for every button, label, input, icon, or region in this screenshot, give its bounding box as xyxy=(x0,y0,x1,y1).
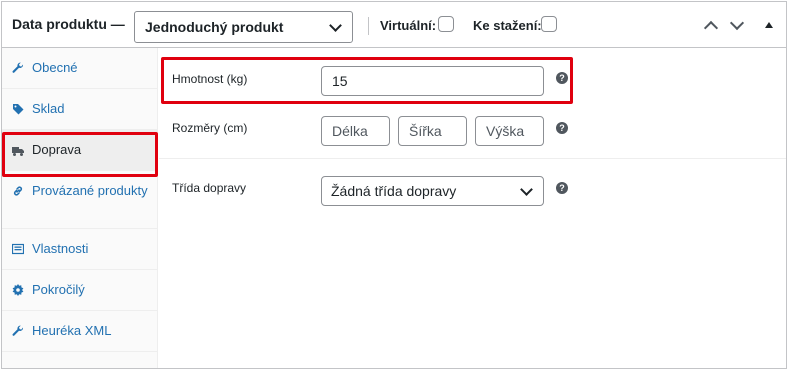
chevron-down-icon xyxy=(329,19,342,32)
product-type-value: Jednoduchý produkt xyxy=(145,19,284,35)
triangle-up-icon xyxy=(765,22,773,28)
shipping-class-label: Třída dopravy xyxy=(172,181,247,195)
virtual-checkbox[interactable] xyxy=(438,16,454,32)
highlight-shipping-tab xyxy=(2,132,158,177)
product-data-tabs: Obecné Sklad Doprava Provázané produkty … xyxy=(2,48,158,368)
help-icon[interactable]: ? xyxy=(556,182,568,194)
tab-label: Provázané produkty xyxy=(32,183,148,198)
tab-label: Obecné xyxy=(32,60,78,75)
panel-header: Data produktu — Jednoduchý produkt Virtu… xyxy=(2,2,786,48)
height-input[interactable] xyxy=(475,116,544,146)
tag-icon xyxy=(12,103,24,115)
move-down-button[interactable] xyxy=(729,18,745,32)
tab-general[interactable]: Obecné xyxy=(2,48,158,89)
tab-attributes[interactable]: Vlastnosti xyxy=(2,229,158,270)
product-type-select[interactable]: Jednoduchý produkt xyxy=(134,11,353,43)
collapse-toggle-button[interactable] xyxy=(762,18,778,32)
shipping-class-value: Žádná třída dopravy xyxy=(331,183,457,199)
panel-title: Data produktu — xyxy=(12,16,125,32)
header-divider xyxy=(368,17,369,35)
tab-linked-products[interactable]: Provázané produkty xyxy=(2,171,158,229)
chevron-down-icon xyxy=(520,183,533,196)
section-divider xyxy=(159,158,786,159)
tab-label: Heuréka XML xyxy=(32,323,112,338)
downloadable-checkbox[interactable] xyxy=(541,16,557,32)
help-icon[interactable]: ? xyxy=(556,122,568,134)
help-icon[interactable]: ? xyxy=(556,72,568,84)
virtual-label: Virtuální: xyxy=(380,18,437,33)
shipping-class-select[interactable]: Žádná třída dopravy xyxy=(321,176,544,206)
weight-input[interactable] xyxy=(321,66,544,96)
move-up-button[interactable] xyxy=(703,18,719,32)
dimensions-label: Rozměry (cm) xyxy=(172,121,248,135)
width-input[interactable] xyxy=(398,116,467,146)
weight-label: Hmotnost (kg) xyxy=(172,72,248,86)
length-input[interactable] xyxy=(321,116,390,146)
wrench-icon xyxy=(12,325,24,337)
product-data-panel: Data produktu — Jednoduchý produkt Virtu… xyxy=(1,1,787,369)
wrench-icon xyxy=(12,62,24,74)
list-icon xyxy=(11,243,25,255)
tab-inventory[interactable]: Sklad xyxy=(2,89,158,130)
tab-label: Vlastnosti xyxy=(32,241,89,256)
tab-label: Sklad xyxy=(32,101,65,116)
tab-heureka-xml[interactable]: Heuréka XML xyxy=(2,311,158,352)
tab-label: Pokročilý xyxy=(32,282,85,297)
downloadable-label: Ke stažení: xyxy=(473,18,542,33)
tab-advanced[interactable]: Pokročilý xyxy=(2,270,158,311)
gear-icon xyxy=(12,284,24,296)
